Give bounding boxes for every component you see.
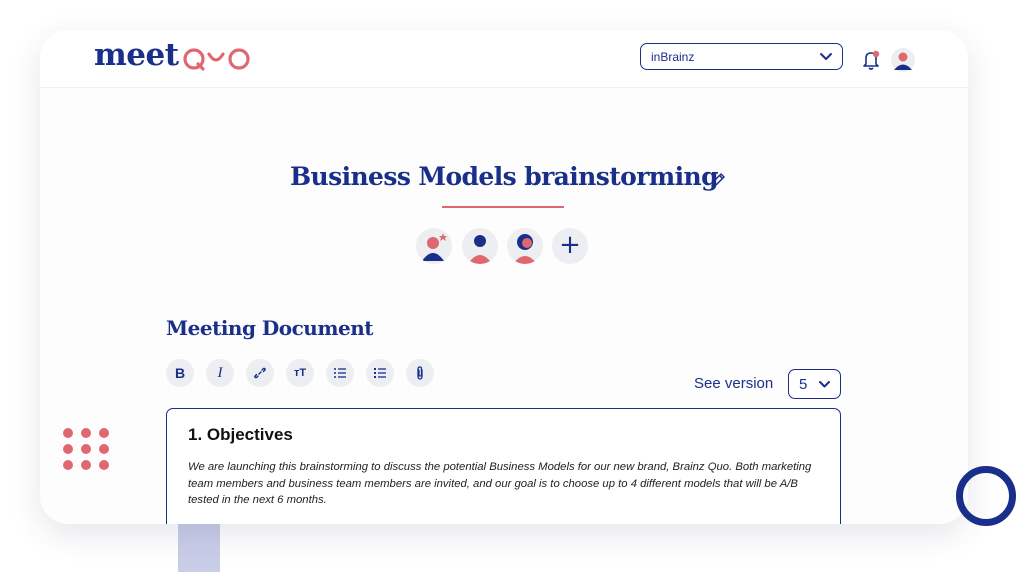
app-window: meet inBrainz Business Models brainstorm… — [40, 30, 968, 524]
org-selector-value: inBrainz — [651, 50, 695, 64]
attachment-button[interactable] — [406, 359, 434, 387]
logo-quo-mark — [183, 48, 250, 71]
link-icon — [254, 367, 266, 379]
section-body: We are launching this brainstorming to d… — [188, 461, 812, 506]
paperclip-icon — [417, 366, 423, 380]
decorative-dots — [63, 428, 111, 472]
meeting-title: Business Models brainstorming — [289, 162, 719, 191]
numbered-list-button[interactable] — [326, 359, 354, 387]
document-heading: Meeting Document — [166, 316, 373, 340]
top-bar: meet inBrainz — [40, 30, 968, 88]
logo-text: meet — [94, 37, 179, 73]
participant-avatar-host[interactable] — [416, 228, 452, 264]
pencil-icon[interactable] — [708, 170, 728, 190]
numbered-list-icon — [334, 368, 346, 378]
person-icon — [513, 234, 537, 264]
participant-avatar[interactable] — [507, 228, 543, 264]
user-avatar[interactable] — [891, 48, 915, 72]
bell-icon[interactable] — [861, 49, 881, 71]
add-participant-button[interactable]: + — [552, 228, 588, 264]
version-selector[interactable]: 5 — [788, 369, 841, 399]
italic-button[interactable]: I — [206, 359, 234, 387]
section-heading: 1. Objectives — [188, 425, 293, 444]
title-underline — [442, 206, 564, 208]
bold-button[interactable]: B — [166, 359, 194, 387]
person-icon — [468, 235, 492, 264]
meeting-title-row: Business Models brainstorming — [40, 162, 968, 191]
link-button[interactable] — [246, 359, 274, 387]
help-chat-button[interactable] — [956, 466, 1016, 526]
logo[interactable]: meet — [94, 37, 179, 73]
see-version-label: See version — [694, 375, 774, 392]
chevron-down-icon — [819, 381, 830, 388]
chevron-down-icon — [820, 53, 832, 60]
host-avatar-icon — [422, 233, 447, 261]
bullet-list-icon — [374, 368, 386, 378]
participant-avatar[interactable] — [462, 228, 498, 264]
document-editor[interactable]: 1. Objectives We are launching this brai… — [166, 408, 841, 524]
bullet-list-button[interactable] — [366, 359, 394, 387]
text-size-button[interactable]: тT — [286, 359, 314, 387]
version-selector-value: 5 — [799, 376, 808, 393]
org-selector[interactable]: inBrainz — [640, 43, 843, 70]
